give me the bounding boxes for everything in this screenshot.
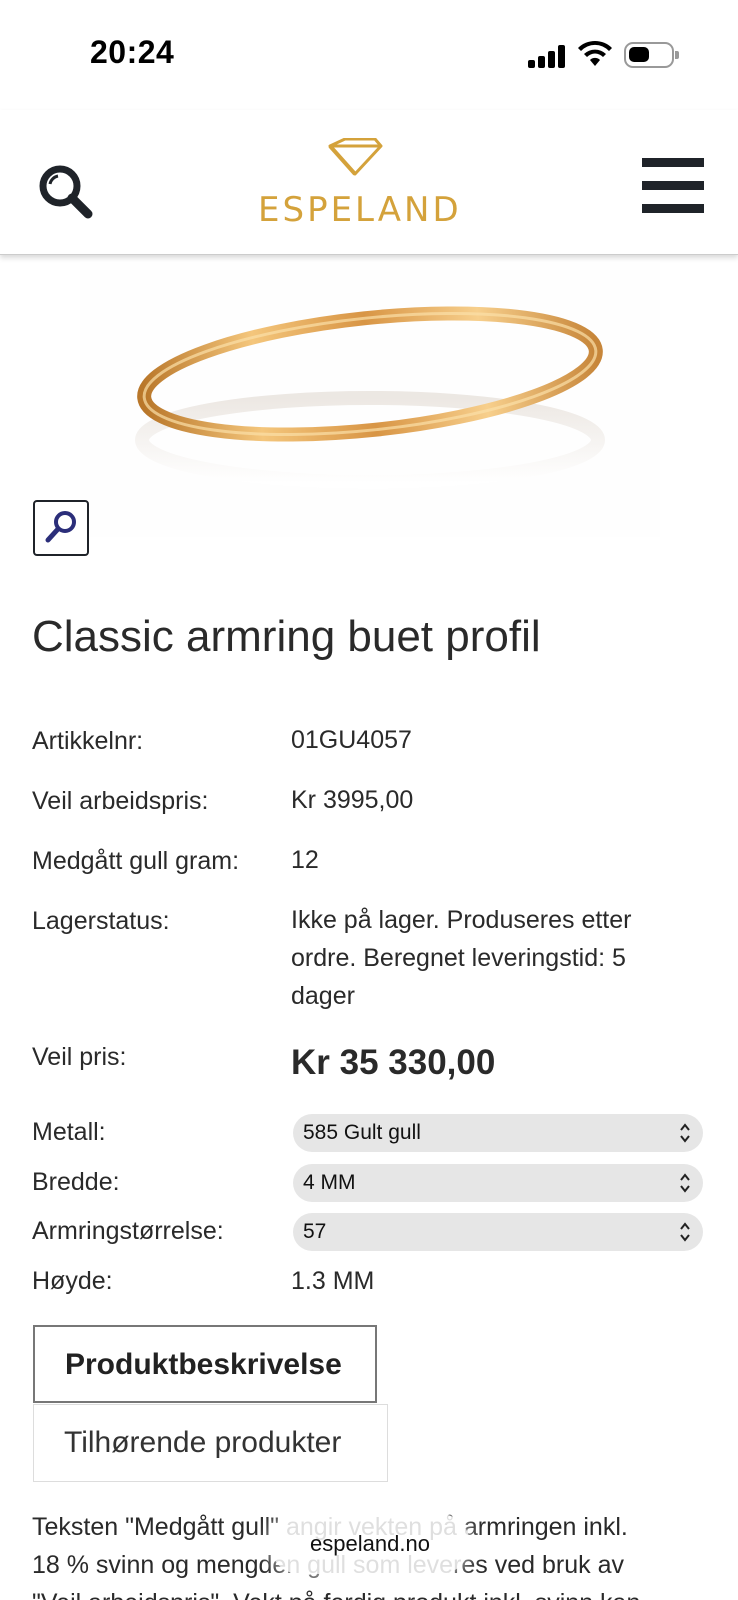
bangle-size-label: Armringstørrelse:: [32, 1217, 224, 1245]
description-line: "Veil arbeidspris". Vekt på ferdig produ…: [32, 1584, 712, 1600]
hamburger-menu-button[interactable]: [642, 158, 704, 214]
labour-price-label: Veil arbeidspris:: [32, 787, 209, 815]
price-value: Kr 35 330,00: [291, 1043, 496, 1082]
tab-related-products[interactable]: Tilhørende produkter: [33, 1404, 388, 1482]
cellular-signal-icon: [528, 44, 566, 68]
width-selected-value: 4 MM: [303, 1171, 356, 1194]
diamond-logo-icon: [328, 138, 383, 176]
wifi-icon: [578, 40, 612, 66]
logo-text: ESPELAND: [258, 190, 462, 230]
menu-icon: [642, 158, 704, 167]
stock-status-line: dager: [291, 982, 355, 1010]
width-select[interactable]: 4 MM: [293, 1164, 703, 1202]
gold-grams-label: Medgått gull gram:: [32, 847, 240, 875]
site-header: ESPELAND: [0, 110, 738, 255]
article-number-value: 01GU4057: [291, 726, 412, 754]
stock-status-value: Ikke på lager. Produseres etter ordre. B…: [291, 901, 631, 1015]
height-label: Høyde:: [32, 1267, 113, 1295]
espeland-logo[interactable]: ESPELAND: [258, 138, 462, 230]
gold-grams-value: 12: [291, 846, 319, 874]
search-icon: [39, 165, 93, 219]
labour-price-value: Kr 3995,00: [291, 786, 414, 814]
battery-icon: [624, 42, 679, 68]
browser-url-bar[interactable]: espeland.no: [270, 1514, 470, 1574]
width-label: Bredde:: [32, 1168, 120, 1196]
height-value: 1.3 MM: [291, 1267, 375, 1295]
status-time: 20:24: [90, 34, 175, 70]
product-image-bangle[interactable]: [80, 262, 660, 537]
select-arrows-icon: [680, 1222, 690, 1242]
stock-status-line: Ikke på lager. Produseres etter: [291, 906, 632, 934]
stock-status-label: Lagerstatus:: [32, 907, 170, 935]
magnifier-icon: [45, 511, 76, 543]
metal-label: Metall:: [32, 1118, 106, 1146]
metal-select[interactable]: 585 Gult gull: [293, 1114, 703, 1152]
zoom-image-button[interactable]: [33, 500, 89, 556]
bangle-size-select[interactable]: 57: [293, 1213, 703, 1251]
metal-selected-value: 585 Gult gull: [303, 1121, 421, 1144]
price-label: Veil pris:: [32, 1043, 127, 1071]
search-button[interactable]: [36, 162, 96, 222]
tab-product-description[interactable]: Produktbeskrivelse: [33, 1325, 377, 1403]
stock-status-line: ordre. Beregnet leveringstid: 5: [291, 944, 626, 972]
product-title: Classic armring buet profil: [32, 612, 541, 661]
select-arrows-icon: [680, 1173, 690, 1193]
bangle-size-selected-value: 57: [303, 1220, 327, 1243]
article-number-label: Artikkelnr:: [32, 727, 144, 755]
status-bar: 20:24: [0, 0, 738, 110]
select-arrows-icon: [680, 1123, 690, 1143]
